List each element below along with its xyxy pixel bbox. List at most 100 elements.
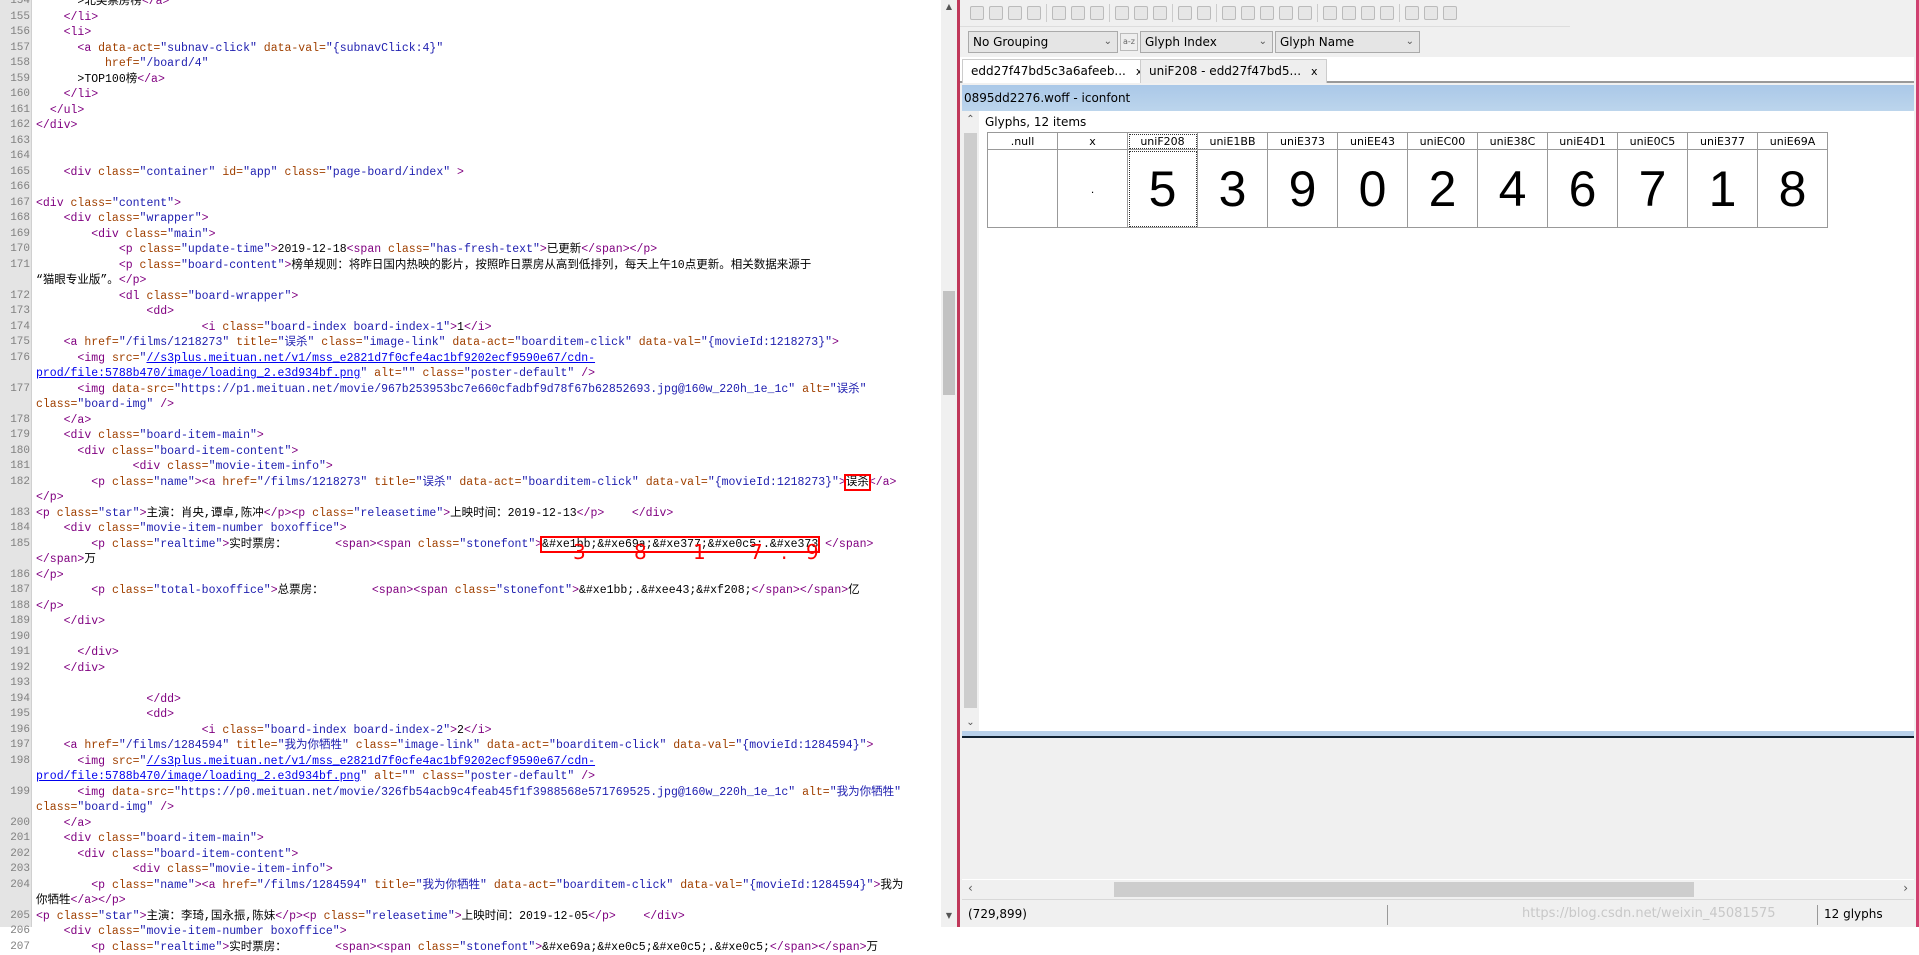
toolbar-tool-icon[interactable] [1008,6,1022,20]
code-token: 我为 [880,879,903,892]
glyph-cell[interactable]: 5 [1128,150,1198,228]
glyph-name-header[interactable]: uniE38C [1478,133,1548,150]
scroll-right-icon[interactable]: › [1903,881,1908,895]
glyph-cell[interactable]: . [1058,150,1128,228]
scrollbar-thumb[interactable] [943,291,955,395]
code-token: data-src= [112,786,174,799]
toolbar-tool-icon[interactable] [1197,6,1211,20]
code-token: <img [77,383,112,396]
glyph-detail-header [962,731,1914,738]
scroll-up-icon[interactable]: ▲ [941,2,957,16]
toolbar-tool-icon[interactable] [1052,6,1066,20]
glyph-cell[interactable] [988,150,1058,228]
code-link[interactable]: //s3plus.meituan.net/v1/mss_e2821d7f0cfe… [146,352,595,365]
code-editor[interactable]: 154 >北美票房榜</a>155 </li>156 <li>157 <a da… [0,0,941,927]
toolbar-tool-icon[interactable] [1260,6,1274,20]
glyph-name-header[interactable]: uniE4D1 [1548,133,1618,150]
glyph-name-header[interactable]: uniE69A [1758,133,1828,150]
code-link[interactable]: prod/file:5788b470/image/loading_2.e3d93… [36,367,360,380]
line-number: 162 [0,118,30,134]
line-content: </a> [36,413,91,429]
glyph-cell[interactable]: 0 [1338,150,1408,228]
code-token: <a [77,42,98,55]
toolbar-tool-icon[interactable] [1178,6,1192,20]
code-token: data-act= [487,879,556,892]
glyph-cell[interactable]: 3 [1198,150,1268,228]
line-number: 178 [0,413,30,429]
toolbar-tool-icon[interactable] [1153,6,1167,20]
code-line: 156 <li> [0,25,941,41]
toolbar-tool-icon[interactable] [1443,6,1457,20]
code-token: </p><p [264,507,312,520]
glyph-cell[interactable]: 2 [1408,150,1478,228]
glyph-cell[interactable]: 7 [1618,150,1688,228]
toolbar-tool-icon[interactable] [970,6,984,20]
code-token: class= [418,538,459,551]
glyph-name-header[interactable]: uniE373 [1268,133,1338,150]
code-line: 你牺牲</a></p> [0,893,941,909]
code-line: 163 [0,134,941,150]
tab-font-file[interactable]: edd27f47bd5c3a6afeeb...x [962,59,1151,83]
glyph-vertical-scrollbar[interactable]: ⌃ ⌄ [962,111,979,731]
toolbar-tool-icon[interactable] [1361,6,1375,20]
glyph-name-header[interactable]: uniF208 [1128,133,1198,150]
toolbar-tool-icon[interactable] [1134,6,1148,20]
toolbar-tool-icon[interactable] [1279,6,1293,20]
horizontal-scrollbar[interactable]: ‹ › [962,879,1914,898]
scrollbar-thumb[interactable] [964,133,977,708]
sort-az-icon[interactable]: a-z [1120,33,1138,51]
tab-glyph-uniF208[interactable]: uniF208 - edd27f47bd5...x [1140,59,1327,83]
toolbar-tool-icon[interactable] [1380,6,1394,20]
toolbar-tool-icon[interactable] [1405,6,1419,20]
glyph-name-header[interactable]: uniE377 [1688,133,1758,150]
toolbar-tool-icon[interactable] [1027,6,1041,20]
toolbar-tool-icon[interactable] [1323,6,1337,20]
code-token: > [450,166,464,179]
code-token: href= [84,336,119,349]
glyph-name-header[interactable]: uniE1BB [1198,133,1268,150]
code-token: </div> [643,910,684,923]
glyph-name-header[interactable]: .null [988,133,1058,150]
line-content: <dd> [36,707,174,723]
code-line: 193 [0,676,941,692]
code-link[interactable]: //s3plus.meituan.net/v1/mss_e2821d7f0cfe… [146,755,595,768]
line-content: <img src="//s3plus.meituan.net/v1/mss_e2… [36,754,595,770]
close-icon[interactable]: x [1311,65,1318,78]
code-token: > [326,863,333,876]
code-token: "/films/1218273" [119,336,229,349]
label-select[interactable]: Glyph Name⌄ [1275,31,1420,53]
glyph-cell[interactable]: 1 [1688,150,1758,228]
scrollbar-thumb[interactable] [1114,882,1694,897]
toolbar-tool-icon[interactable] [989,6,1003,20]
toolbar-tool-icon[interactable] [1298,6,1312,20]
glyph-name-header[interactable]: uniEE43 [1338,133,1408,150]
glyph-cell[interactable]: 8 [1758,150,1828,228]
scroll-down-icon[interactable]: ▼ [941,911,957,925]
code-token: </div> [64,615,105,628]
toolbar-tool-icon[interactable] [1115,6,1129,20]
glyph-cell[interactable]: 6 [1548,150,1618,228]
toolbar-tool-icon[interactable] [1241,6,1255,20]
sort-select[interactable]: Glyph Index⌄ [1140,31,1273,53]
grouping-select[interactable]: No Grouping⌄ [968,31,1118,53]
code-link[interactable]: prod/file:5788b470/image/loading_2.e3d93… [36,770,360,783]
glyph-name-header[interactable]: x [1058,133,1128,150]
scroll-up-icon[interactable]: ⌃ [962,114,979,125]
code-token: "board-wrapper" [188,290,292,303]
glyph-cell[interactable]: 4 [1478,150,1548,228]
glyph-name-header[interactable]: uniEC00 [1408,133,1478,150]
toolbar-tool-icon[interactable] [1071,6,1085,20]
scroll-down-icon[interactable]: ⌄ [962,717,979,728]
editor-vertical-scrollbar[interactable]: ▲ ▼ [941,0,957,927]
tab-label: edd27f47bd5c3a6afeeb... [971,64,1126,78]
glyph-name-header[interactable]: uniE0C5 [1618,133,1688,150]
toolbar-tool-icon[interactable] [1424,6,1438,20]
toolbar-tool-icon[interactable] [1090,6,1104,20]
glyph-cell[interactable]: 9 [1268,150,1338,228]
toolbar-tool-icon[interactable] [1222,6,1236,20]
code-token: "stonefont" [459,538,535,551]
scroll-left-icon[interactable]: ‹ [968,881,973,895]
code-line: 194 </dd> [0,692,941,708]
code-token: > [326,460,333,473]
toolbar-tool-icon[interactable] [1342,6,1356,20]
